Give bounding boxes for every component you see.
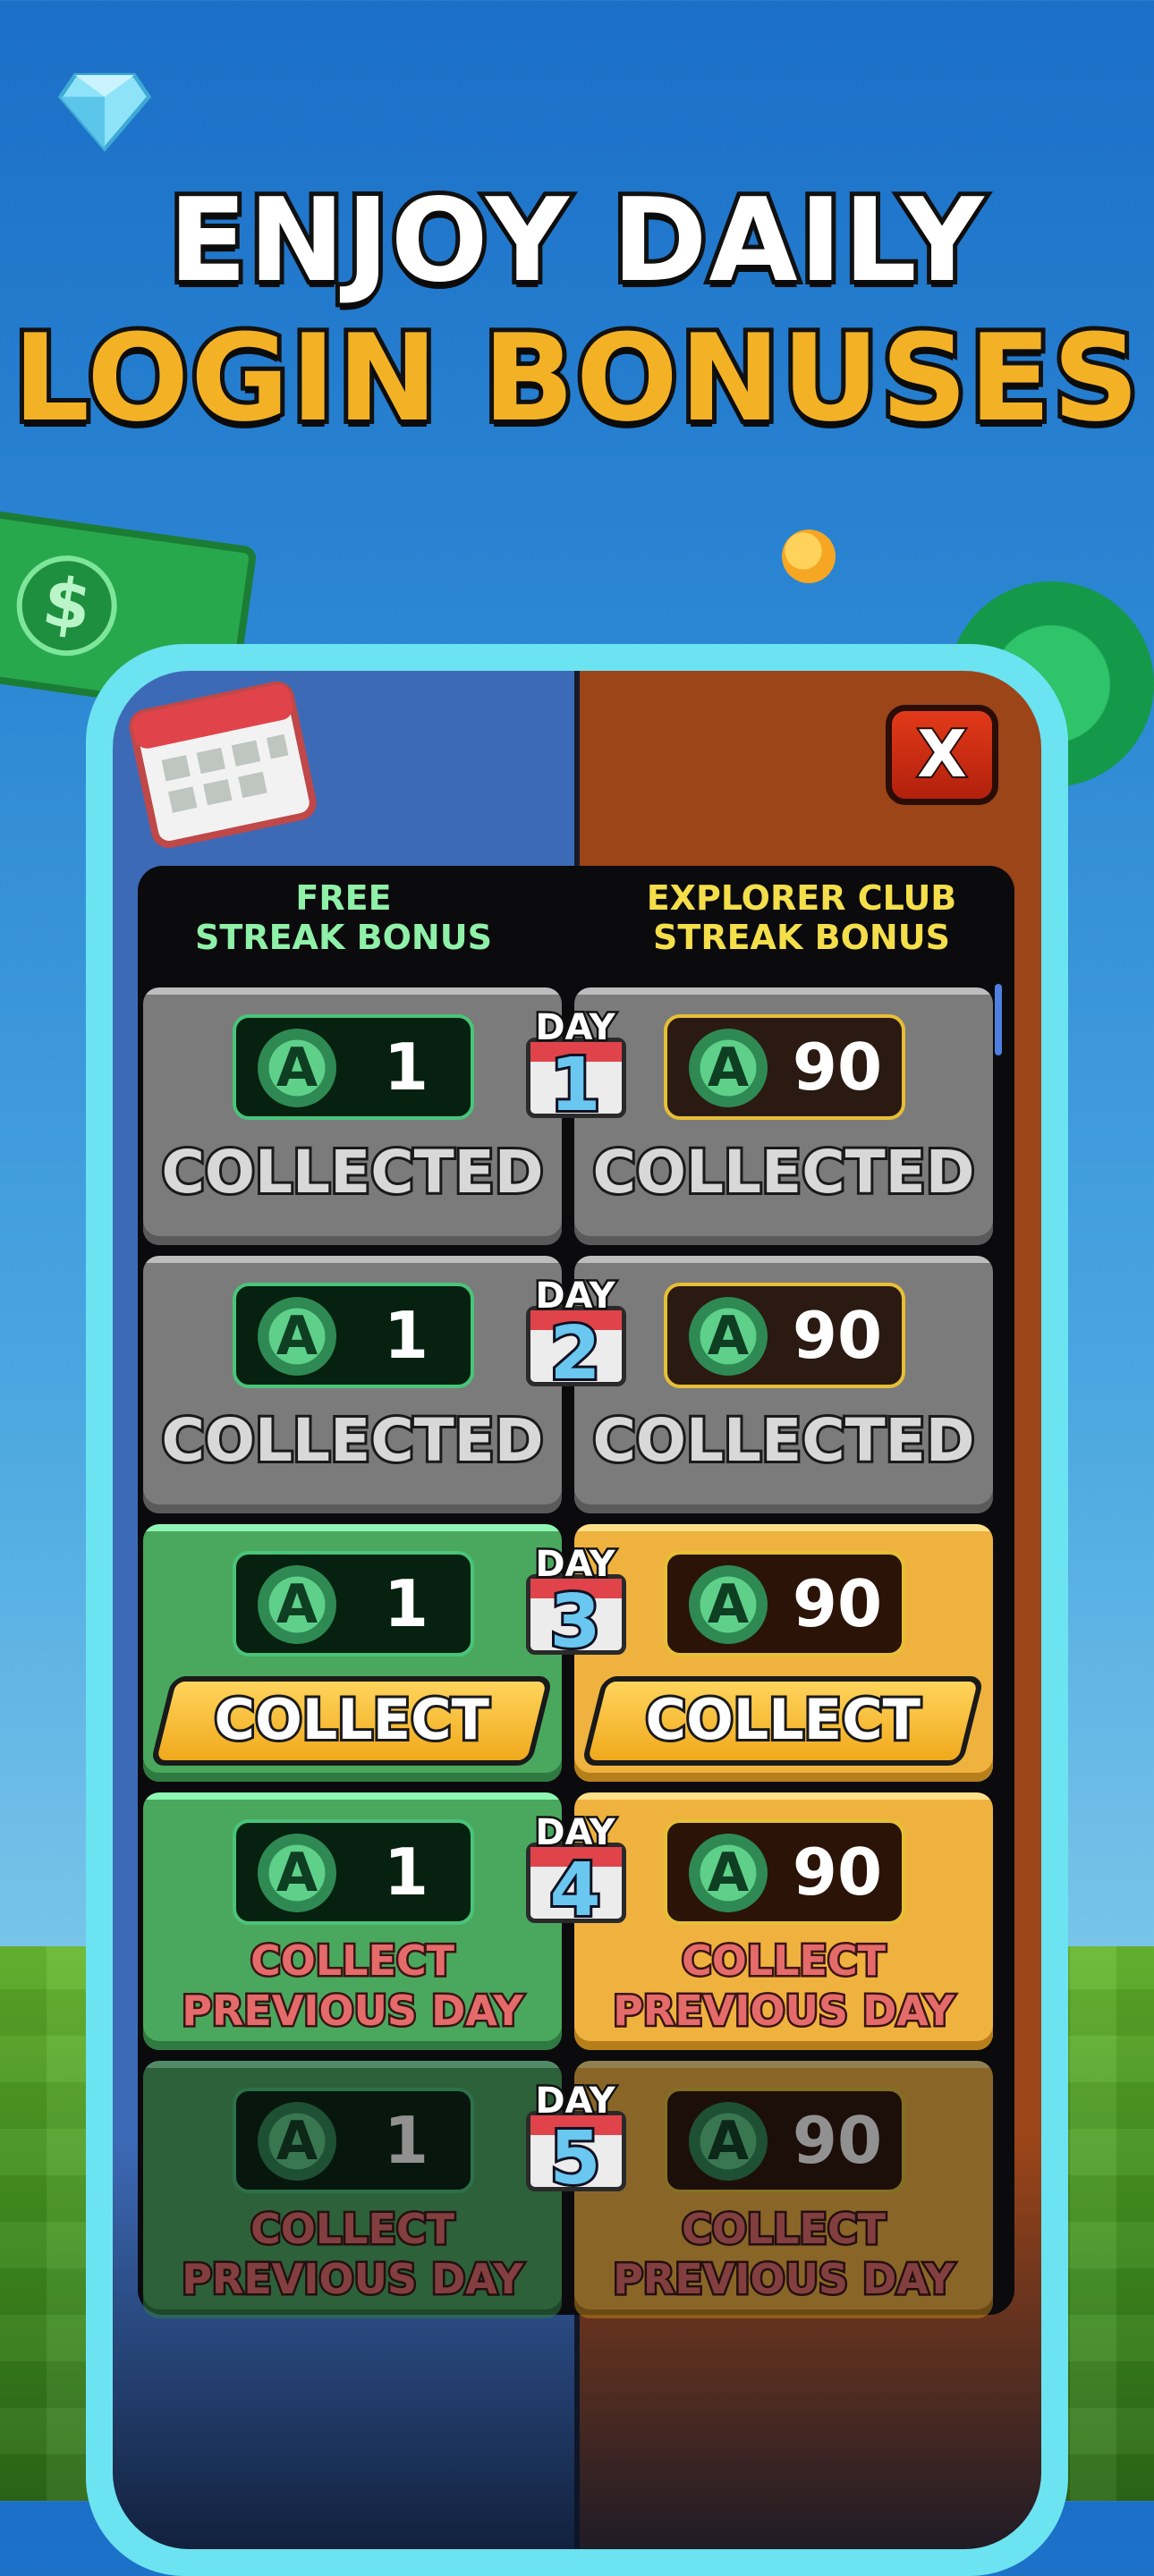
token-icon: A (258, 1029, 336, 1107)
collect-label: COLLECT (643, 1684, 923, 1755)
reward-amount: 90 (792, 1566, 883, 1641)
day-row: A 1 COLLECTED A 90 COLLECTED DAY 2 (143, 1256, 993, 1513)
status-text: COLLECT PREVIOUS DAY (180, 2203, 526, 2306)
status-text: COLLECT PREVIOUS DAY (180, 1935, 526, 2038)
free-reward-card: A 1 COLLECT PREVIOUS DAY (143, 2061, 562, 2318)
club-reward-card: A 90 COLLECT (574, 1524, 993, 1782)
streak-panel: FREE STREAK BONUS EXPLORER CLUB STREAK B… (138, 866, 1014, 2318)
token-icon: A (258, 1565, 336, 1644)
day-number: 4 (547, 1845, 603, 1936)
reward-box: A 90 (664, 2088, 905, 2193)
status-text: COLLECTED (590, 1403, 977, 1478)
day-badge: DAY 1 (519, 1005, 632, 1131)
token-icon: A (689, 2102, 768, 2181)
reward-amount: 90 (792, 1030, 883, 1105)
day-number: 1 (547, 1040, 603, 1131)
free-reward-card: A 1 COLLECT (143, 1524, 562, 1782)
day-number: 5 (547, 2114, 603, 2204)
club-reward-card: A 90 COLLECT PREVIOUS DAY (574, 2061, 993, 2318)
club-reward-card: A 90 COLLECT PREVIOUS DAY (574, 1792, 993, 2050)
day-row: A 1 COLLECT A 90 COLLECT DAY 3 (143, 1524, 993, 1782)
status-text: COLLECTED (158, 1135, 546, 1209)
token-icon: A (258, 2102, 336, 2181)
club-reward-card: A 90 COLLECTED (574, 987, 993, 1245)
headline-line-1: ENJOY DAILY (165, 170, 989, 312)
day-row: A 1 COLLECT PREVIOUS DAY A 90 COLLECT PR… (143, 1792, 993, 2050)
free-reward-card: A 1 COLLECTED (143, 1256, 562, 1513)
close-button[interactable]: X (886, 705, 998, 805)
dollar-icon: $ (10, 548, 123, 663)
day-badge: DAY 2 (519, 1274, 632, 1399)
token-icon: A (689, 1834, 768, 1912)
reward-box: A 1 (233, 1819, 474, 1925)
reward-amount: 1 (383, 1835, 429, 1910)
token-icon: A (258, 1834, 336, 1912)
reward-amount: 90 (792, 1835, 883, 1910)
status-text: COLLECTED (158, 1403, 546, 1478)
free-reward-card: A 1 COLLECTED (143, 987, 562, 1245)
day-row: A 1 COLLECTED A 90 COLLECTED DAY 1 (143, 987, 993, 1245)
status-text: COLLECT PREVIOUS DAY (611, 1935, 957, 2038)
headline-line-2: LOGIN BONUSES (9, 304, 1144, 453)
reward-box: A 90 (664, 1819, 905, 1925)
free-streak-header: FREE STREAK BONUS (195, 878, 492, 957)
status-text: COLLECT PREVIOUS DAY (611, 2203, 957, 2306)
reward-box: A 1 (233, 1014, 474, 1120)
reward-amount: 90 (792, 1298, 883, 1373)
reward-box: A 90 (664, 1551, 905, 1657)
status-text: COLLECTED (590, 1135, 977, 1209)
reward-amount: 1 (383, 1030, 429, 1105)
collect-club-button[interactable]: COLLECT (581, 1676, 985, 1766)
day-number: 3 (547, 1577, 603, 1667)
token-icon: A (689, 1297, 768, 1376)
reward-amount: 90 (792, 2103, 883, 2178)
gold-coin-icon (782, 530, 836, 583)
collect-free-button[interactable]: COLLECT (149, 1676, 554, 1766)
reward-box: A 1 (233, 1551, 474, 1657)
reward-amount: 1 (383, 1298, 429, 1373)
reward-box: A 1 (233, 1283, 474, 1388)
day-badge: DAY 4 (519, 1810, 632, 1936)
token-icon: A (258, 1297, 336, 1376)
reward-box: A 90 (664, 1014, 905, 1120)
diamond-icon (57, 72, 152, 152)
scrollbar[interactable] (995, 984, 1002, 1055)
token-icon: A (689, 1565, 768, 1644)
reward-box: A 90 (664, 1283, 905, 1388)
reward-amount: 1 (383, 2103, 429, 2178)
reward-amount: 1 (383, 1566, 429, 1641)
day-row: A 1 COLLECT PREVIOUS DAY A 90 COLLECT PR… (143, 2061, 993, 2318)
day-badge: DAY 3 (519, 1542, 632, 1667)
day-number: 2 (547, 1309, 603, 1399)
token-icon: A (689, 1029, 768, 1107)
reward-box: A 1 (233, 2088, 474, 2193)
club-reward-card: A 90 COLLECTED (574, 1256, 993, 1513)
day-badge: DAY 5 (519, 2079, 632, 2204)
free-reward-card: A 1 COLLECT PREVIOUS DAY (143, 1792, 562, 2050)
collect-label: COLLECT (212, 1684, 492, 1755)
club-streak-header: EXPLORER CLUB STREAK BONUS (646, 878, 957, 957)
